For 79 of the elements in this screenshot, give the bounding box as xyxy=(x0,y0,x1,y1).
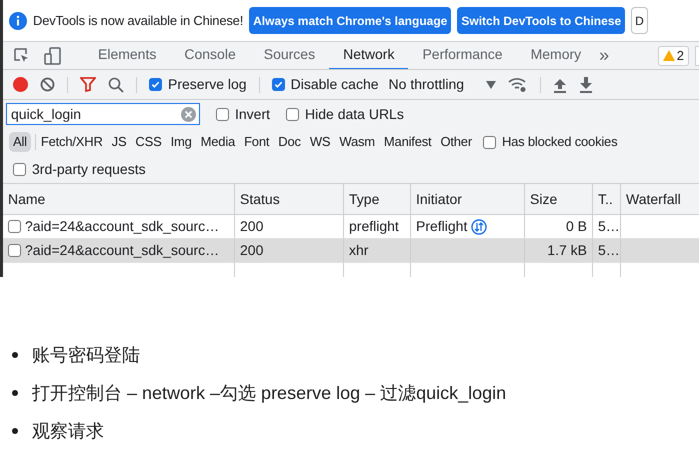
panel-tab[interactable]: Elements xyxy=(84,42,170,69)
panel-tab[interactable]: Console xyxy=(170,42,250,69)
table-cell-text: ?aid=24&account_sdk_sourc… xyxy=(25,217,220,236)
row-checkbox[interactable] xyxy=(8,244,21,257)
checkbox-label: Has blocked cookies xyxy=(502,133,618,152)
checkbox[interactable] xyxy=(13,163,26,176)
column-header[interactable]: Name xyxy=(3,184,235,214)
inspect-icon[interactable] xyxy=(13,47,30,64)
checkbox[interactable] xyxy=(216,108,229,120)
bullet-icon xyxy=(12,428,18,434)
type-filter-tab[interactable]: CSS xyxy=(131,132,166,152)
checkbox-label: Disable cache xyxy=(290,75,379,94)
infobar-button[interactable]: Always match Chrome's language xyxy=(249,7,452,34)
checkbox[interactable] xyxy=(286,108,300,120)
clear-icon[interactable] xyxy=(40,77,55,92)
infobar-button[interactable]: D xyxy=(631,7,648,34)
type-filter-tab[interactable]: All xyxy=(9,132,31,152)
bullet-text: 打开控制台 – network –勾选 preserve log – 过滤quick_login xyxy=(32,382,506,405)
table-cell-text: 5… xyxy=(598,241,620,260)
more-tabs-button[interactable]: » xyxy=(599,42,610,69)
device-icon[interactable] xyxy=(44,46,62,64)
bullet-text: 观察请求 xyxy=(32,420,104,442)
row-checkbox[interactable] xyxy=(8,220,21,233)
column-header[interactable]: Size xyxy=(525,184,593,214)
request-row[interactable]: ?aid=24&account_sdk_sourc… 200 xhr 1.7 kB 5… xyxy=(3,239,699,263)
upload-icon[interactable] xyxy=(553,76,568,92)
table-cell-text: preflight xyxy=(349,217,399,236)
type-filter-tab[interactable]: Doc xyxy=(274,132,305,152)
request-row[interactable]: ?aid=24&account_sdk_sourc… 200 preflight Preflight 0 B 5… xyxy=(3,215,699,239)
bullet-icon xyxy=(12,352,18,358)
record-button[interactable] xyxy=(13,77,28,92)
checkbox[interactable] xyxy=(272,78,285,91)
throttling-select[interactable]: No throttling xyxy=(388,74,496,95)
type-filter-tab[interactable]: Media xyxy=(196,132,240,152)
warning-icon xyxy=(662,50,675,61)
panel-tab[interactable]: Performance xyxy=(408,42,517,69)
info-icon xyxy=(9,12,27,30)
panel-tab[interactable]: Memory xyxy=(516,42,596,69)
column-header[interactable]: Status xyxy=(235,184,344,214)
checkbox[interactable] xyxy=(149,78,162,91)
type-filter-tab[interactable]: Manifest xyxy=(380,132,436,152)
infobar-button[interactable]: Switch DevTools to Chinese xyxy=(457,7,626,34)
table-cell-text: 200 xyxy=(240,217,264,236)
table-cell-text: 1.7 kB xyxy=(547,241,587,260)
checkbox-label: Invert xyxy=(235,104,270,124)
checkbox-label: 3rd-party requests xyxy=(32,160,146,179)
search-icon[interactable] xyxy=(108,76,124,92)
filter-field[interactable]: quick_login xyxy=(6,103,200,125)
table-cell-text: xhr xyxy=(349,241,368,260)
table-cell-text: 0 B xyxy=(566,217,587,236)
type-filter-tab[interactable]: Fetch/XHR xyxy=(36,132,107,152)
checkbox-label: Hide data URLs xyxy=(305,104,404,124)
table-cell-text: ?aid=24&account_sdk_sourc… xyxy=(25,241,220,260)
table-cell-text: 5… xyxy=(598,217,620,236)
caret-icon xyxy=(486,80,496,88)
bullet-text: 账号密码登陆 xyxy=(32,344,140,366)
checkbox[interactable] xyxy=(482,136,496,148)
download-icon[interactable] xyxy=(579,76,594,92)
warning-badge[interactable]: 2 xyxy=(658,46,689,66)
type-filter-tab[interactable]: Font xyxy=(240,132,274,152)
column-header[interactable]: Type xyxy=(344,184,411,214)
type-filter-tab[interactable]: Img xyxy=(166,132,196,152)
preflight-icon[interactable] xyxy=(471,218,488,234)
table-cell-text: Preflight xyxy=(416,217,468,236)
wifi-settings-icon[interactable] xyxy=(508,76,528,92)
checkbox-label: Preserve log xyxy=(168,75,247,94)
type-filter-tab[interactable]: JS xyxy=(108,132,130,152)
table-cell-text: 200 xyxy=(240,241,264,260)
type-filter-tab[interactable]: WS xyxy=(306,132,334,152)
bullet-icon xyxy=(12,390,18,396)
column-header[interactable]: Initiator xyxy=(411,184,525,214)
filter-icon[interactable] xyxy=(80,77,96,92)
infobar-message: DevTools is now available in Chinese! xyxy=(33,12,244,30)
column-header[interactable]: T.. xyxy=(593,184,621,214)
column-header[interactable]: Waterfall xyxy=(621,184,699,214)
panel-tab[interactable]: Sources xyxy=(250,42,330,69)
type-filter-tab[interactable]: Other xyxy=(436,132,476,152)
type-filter-tab[interactable]: Wasm xyxy=(335,132,379,152)
clear-input-icon[interactable] xyxy=(181,106,196,122)
